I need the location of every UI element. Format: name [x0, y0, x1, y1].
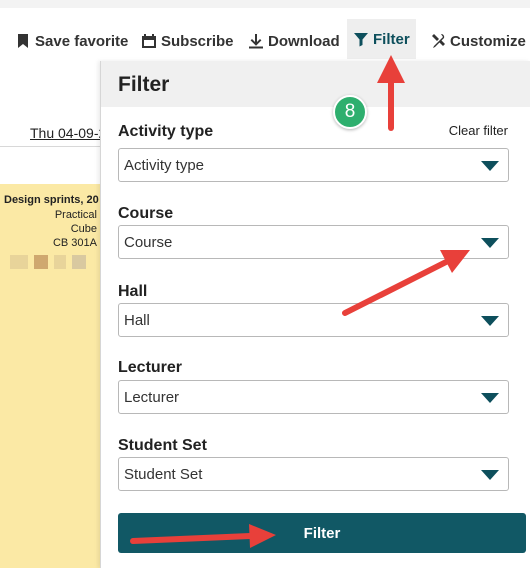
customize-button[interactable]: Customize — [430, 30, 526, 52]
subscribe-button[interactable]: Subscribe — [141, 30, 234, 52]
date-divider — [0, 146, 100, 147]
calendar-event[interactable]: Design sprints, 20 Practical Cube CB 301… — [0, 184, 100, 568]
activity-type-value: Activity type — [124, 156, 205, 174]
save-favorite-label: Save favorite — [35, 32, 129, 50]
calendar-icon — [141, 33, 157, 49]
event-type: Practical — [54, 209, 97, 221]
event-room: CB 301A — [52, 237, 97, 249]
course-label: Course — [118, 205, 174, 222]
step-number-badge: 8 — [333, 95, 367, 129]
lecturer-label: Lecturer — [118, 359, 183, 376]
funnel-icon — [353, 31, 369, 47]
customize-label: Customize — [450, 32, 526, 50]
student-set-select[interactable]: Student Set — [118, 457, 509, 491]
download-label: Download — [268, 32, 340, 50]
download-button[interactable]: Download — [248, 30, 340, 52]
subscribe-label: Subscribe — [161, 32, 234, 50]
event-title: Design sprints, 20 — [4, 194, 99, 206]
hall-select[interactable]: Hall — [118, 303, 509, 337]
filter-panel-title: Filter — [118, 73, 170, 96]
course-select[interactable]: Course — [118, 225, 509, 259]
clear-filter-link[interactable]: Clear filter — [449, 123, 508, 138]
chevron-down-icon — [481, 238, 499, 248]
lecturer-value: Lecturer — [124, 388, 180, 406]
filter-panel: Filter Clear filter Activity type Activi… — [100, 61, 530, 568]
filter-toolbar-button[interactable]: Filter — [347, 19, 416, 59]
hall-value: Hall — [124, 311, 150, 329]
lecturer-select[interactable]: Lecturer — [118, 380, 509, 414]
event-group: Cube — [70, 223, 97, 235]
activity-type-label: Activity type — [118, 123, 214, 140]
bookmark-icon — [15, 33, 31, 49]
course-value: Course — [124, 233, 173, 251]
tools-icon — [430, 33, 446, 49]
apply-filter-button[interactable]: Filter — [118, 513, 526, 553]
filter-toolbar-label: Filter — [373, 30, 410, 48]
save-favorite-button[interactable]: Save favorite — [15, 30, 128, 52]
student-set-label: Student Set — [118, 437, 207, 454]
chevron-down-icon — [481, 161, 499, 171]
chevron-down-icon — [481, 316, 499, 326]
event-redacted-blocks — [10, 255, 98, 269]
chevron-down-icon — [481, 393, 499, 403]
calendar-date-header[interactable]: Thu 04-09-2 — [30, 125, 106, 141]
activity-type-select[interactable]: Activity type — [118, 148, 509, 182]
chevron-down-icon — [481, 470, 499, 480]
student-set-value: Student Set — [124, 465, 203, 483]
hall-label: Hall — [118, 283, 148, 300]
download-icon — [248, 33, 264, 49]
toolbar-strip — [0, 0, 530, 8]
filter-panel-header: Filter — [101, 61, 530, 107]
